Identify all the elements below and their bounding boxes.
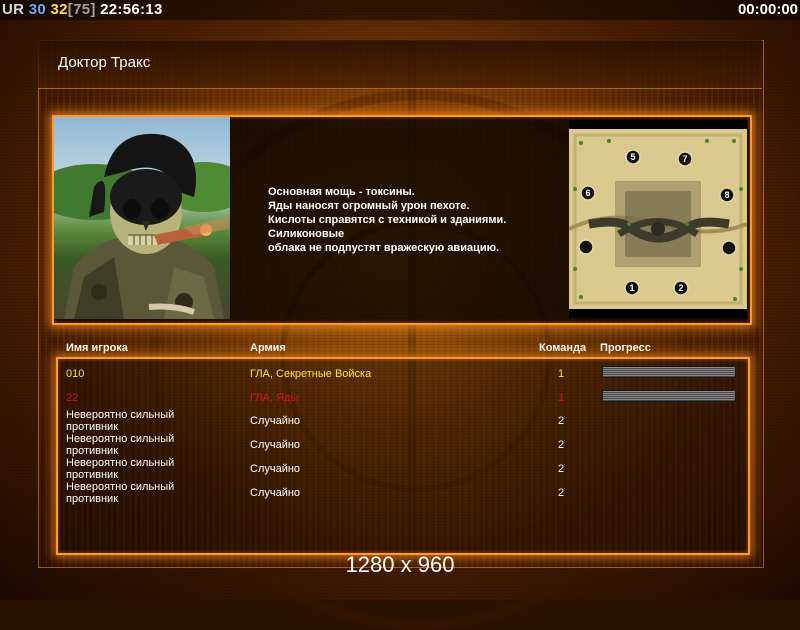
player-team: 1: [558, 392, 565, 404]
start-slot: 8: [724, 190, 729, 200]
player-army: Случайно: [250, 487, 301, 499]
player-army: Случайно: [250, 439, 301, 451]
general-name-title: Доктор Тракс: [58, 54, 151, 71]
description-line: облака не подпустят вражескую авиацию.: [268, 242, 500, 254]
general-portrait: [54, 117, 230, 319]
player-name: Невероятно сильный противник: [66, 457, 175, 481]
hud-max: [75]: [67, 1, 96, 18]
header-army: Армия: [250, 342, 286, 354]
description-line: Основная мощь - токсины.: [268, 186, 415, 198]
hud-timer: 00:00:00: [737, 1, 798, 18]
description-line: Яды наносят огромный урон пехоте.: [268, 200, 470, 212]
resolution-label: 1280 x 960: [345, 552, 455, 577]
player-team: 1: [558, 368, 565, 380]
header-player-name: Имя игрока: [66, 342, 128, 354]
map-preview: 5 7 6 8 1 2: [569, 120, 747, 318]
player-army: ГЛА, Яды: [250, 392, 299, 404]
player-name: Невероятно сильный противник: [66, 409, 175, 433]
player-name: 010: [66, 368, 85, 380]
hud-fps: 30: [28, 1, 47, 18]
player-team: 2: [558, 439, 565, 451]
player-name: Невероятно сильный противник: [66, 433, 175, 457]
start-slot: 1: [629, 283, 634, 293]
player-name: Невероятно сильный противник: [66, 481, 175, 505]
start-slot: 7: [682, 154, 687, 164]
start-slot: 6: [585, 188, 590, 198]
player-progress-bar: [602, 390, 736, 402]
general-description: Основная мощь - токсины. Яды наносят огр…: [268, 185, 558, 255]
player-team: 2: [558, 463, 565, 475]
player-army: Случайно: [250, 463, 301, 475]
start-slot: 2: [678, 283, 683, 293]
start-slot: 5: [630, 152, 635, 162]
player-team: 2: [558, 487, 565, 499]
player-army: ГЛА, Секретные Войска: [250, 368, 372, 380]
player-team: 2: [558, 415, 565, 427]
player-army: Случайно: [250, 415, 301, 427]
player-progress-bar: [602, 366, 736, 378]
description-line: Силиконовые: [268, 228, 345, 240]
header-team: Команда: [539, 342, 587, 354]
header-progress: Прогресс: [600, 342, 651, 354]
player-name: 22: [66, 392, 79, 404]
hud-stats: UR 30 32[75] 22:56:13: [2, 1, 163, 18]
hud-ur-label: UR: [2, 1, 25, 18]
hud-clock: 22:56:13: [100, 1, 163, 18]
description-line: Кислоты справятся с техникой и зданиями.: [268, 214, 507, 226]
hud-current: 32: [50, 1, 68, 18]
